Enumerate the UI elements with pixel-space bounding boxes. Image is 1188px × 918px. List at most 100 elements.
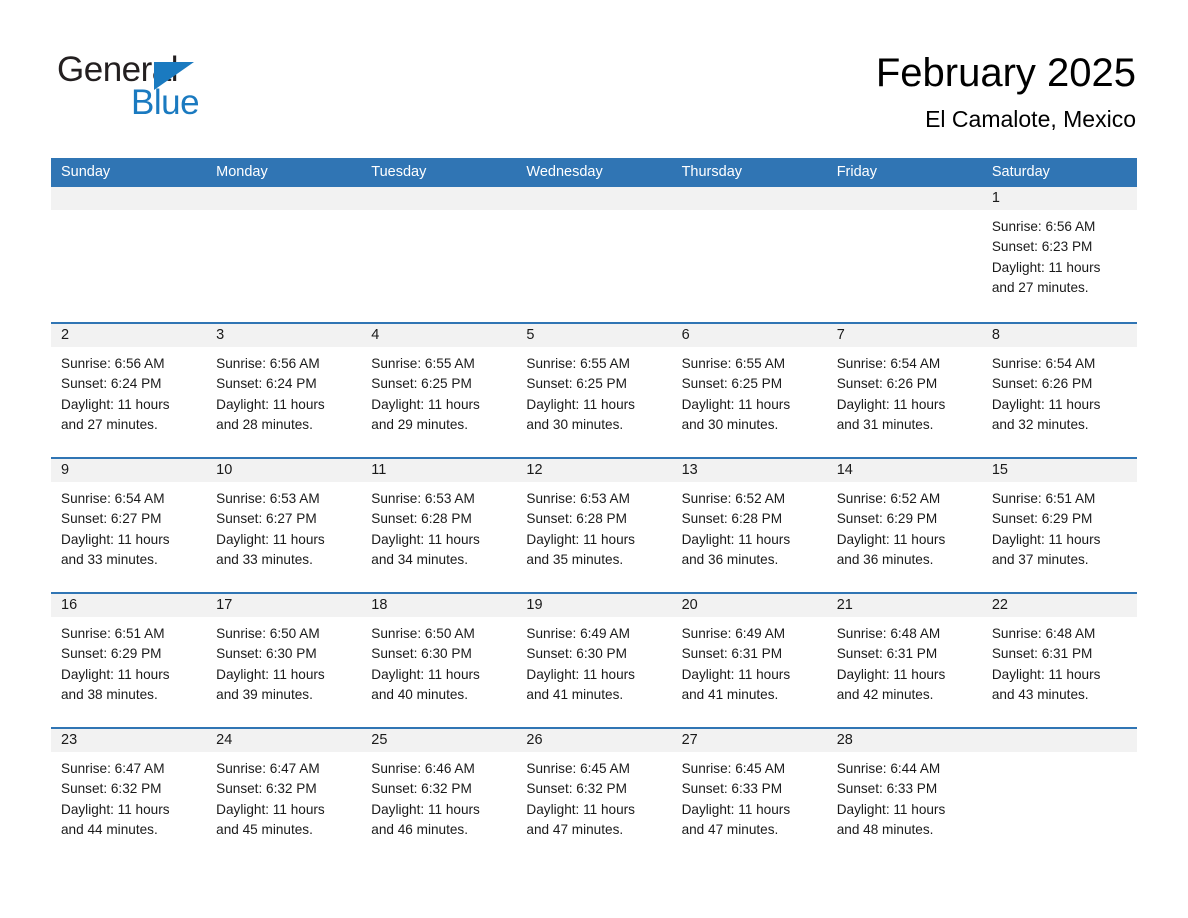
calendar-day-cell[interactable]: 15 Sunrise: 6:51 AM Sunset: 6:29 PM Dayligh… xyxy=(981,459,1137,592)
calendar-day-cell[interactable]: 24 Sunrise: 6:47 AM Sunset: 6:32 PM Dayligh… xyxy=(206,729,362,862)
daylight-duration-line2: and 47 minutes. xyxy=(681,821,779,837)
calendar-day-cell[interactable]: 19 Sunrise: 6:49 AM Sunset: 6:30 PM Dayligh… xyxy=(516,594,672,727)
day-details: Sunrise: 6:47 AM Sunset: 6:32 PM Daylight:… xyxy=(206,752,361,840)
daylight-duration-line1: Daylight: 11 hours xyxy=(371,666,480,682)
sunset-time: Sunset: 6:29 PM xyxy=(61,646,162,662)
calendar-day-cell[interactable]: 16 Sunrise: 6:51 AM Sunset: 6:29 PM Dayligh… xyxy=(51,594,207,727)
day-number-band: 25 xyxy=(361,729,517,752)
day-number: 5 xyxy=(526,327,535,343)
calendar-day-cell[interactable]: 5 Sunrise: 6:55 AM Sunset: 6:25 PM Daylight… xyxy=(516,324,672,457)
day-number-band xyxy=(206,187,362,210)
daylight-duration-line1: Daylight: 11 hours xyxy=(61,666,170,682)
calendar-day-cell[interactable]: 9 Sunrise: 6:54 AM Sunset: 6:27 PM Daylight… xyxy=(51,459,207,592)
sunset-time: Sunset: 6:29 PM xyxy=(836,511,938,527)
weekday-header-thursday: Thursday xyxy=(681,164,743,180)
sunrise-time: Sunrise: 6:48 AM xyxy=(991,626,1096,641)
calendar-day-cell[interactable]: 2 Sunrise: 6:56 AM Sunset: 6:24 PM Daylight… xyxy=(51,324,207,457)
calendar-day-cell[interactable]: 17 Sunrise: 6:50 AM Sunset: 6:30 PM Dayligh… xyxy=(206,594,362,727)
daylight-duration-line2: and 37 minutes. xyxy=(991,551,1089,567)
sunset-time: Sunset: 6:26 PM xyxy=(991,376,1093,392)
daylight-duration-line2: and 48 minutes. xyxy=(836,821,934,837)
calendar-day-cell[interactable]: 27 Sunrise: 6:45 AM Sunset: 6:33 PM Dayligh… xyxy=(671,729,827,862)
day-number: 9 xyxy=(61,462,70,478)
calendar-day-cell[interactable]: 14 Sunrise: 6:52 AM Sunset: 6:29 PM Dayligh… xyxy=(826,459,982,592)
daylight-duration-line2: and 36 minutes. xyxy=(681,551,779,567)
calendar-day-cell[interactable]: 25 Sunrise: 6:46 AM Sunset: 6:32 PM Dayligh… xyxy=(361,729,517,862)
day-details: Sunrise: 6:54 AM Sunset: 6:27 PM Daylight:… xyxy=(51,482,206,570)
day-number-band: 17 xyxy=(206,594,362,617)
daylight-duration-line1: Daylight: 11 hours xyxy=(681,531,791,547)
calendar-day-cell[interactable]: 13 Sunrise: 6:52 AM Sunset: 6:28 PM Dayligh… xyxy=(671,459,827,592)
sunrise-time: Sunrise: 6:52 AM xyxy=(681,491,786,506)
daylight-duration-line2: and 43 minutes. xyxy=(991,686,1089,702)
day-number: 16 xyxy=(61,597,78,613)
calendar-week-row: 2 Sunrise: 6:56 AM Sunset: 6:24 PM Daylight… xyxy=(51,322,1137,457)
sunset-time: Sunset: 6:24 PM xyxy=(216,376,317,392)
calendar-day-cell[interactable]: 22 Sunrise: 6:48 AM Sunset: 6:31 PM Dayligh… xyxy=(981,594,1137,727)
sunrise-time: Sunrise: 6:45 AM xyxy=(681,761,786,776)
calendar-day-cell-empty xyxy=(981,729,1137,862)
calendar-day-cell[interactable]: 8 Sunrise: 6:54 AM Sunset: 6:26 PM Daylight… xyxy=(981,324,1137,457)
daylight-duration-line2: and 28 minutes. xyxy=(216,416,313,432)
daylight-duration-line2: and 35 minutes. xyxy=(526,551,624,567)
daylight-duration-line1: Daylight: 11 hours xyxy=(371,801,480,817)
weekday-header-monday: Monday xyxy=(216,164,268,180)
calendar-day-cell[interactable]: 4 Sunrise: 6:55 AM Sunset: 6:25 PM Daylight… xyxy=(361,324,517,457)
calendar-day-cell[interactable]: 3 Sunrise: 6:56 AM Sunset: 6:24 PM Daylight… xyxy=(206,324,362,457)
day-details: Sunrise: 6:55 AM Sunset: 6:25 PM Daylight:… xyxy=(672,347,827,435)
calendar-day-cell[interactable]: 28 Sunrise: 6:44 AM Sunset: 6:33 PM Dayligh… xyxy=(826,729,982,862)
daylight-duration-line2: and 31 minutes. xyxy=(836,416,934,432)
sunrise-time: Sunrise: 6:54 AM xyxy=(991,356,1096,371)
weekday-header-sunday: Sunday xyxy=(61,164,111,180)
calendar-day-cell[interactable]: 18 Sunrise: 6:50 AM Sunset: 6:30 PM Dayligh… xyxy=(361,594,517,727)
calendar-day-cell[interactable]: 7 Sunrise: 6:54 AM Sunset: 6:26 PM Daylight… xyxy=(826,324,982,457)
sunset-time: Sunset: 6:33 PM xyxy=(836,781,938,797)
calendar-day-cell[interactable]: 20 Sunrise: 6:49 AM Sunset: 6:31 PM Dayligh… xyxy=(671,594,827,727)
page-header: General Blue February 2025 El Camalote, … xyxy=(0,0,1188,158)
day-details: Sunrise: 6:50 AM Sunset: 6:30 PM Daylight:… xyxy=(206,617,361,705)
sunset-time: Sunset: 6:25 PM xyxy=(526,376,627,392)
daylight-duration-line1: Daylight: 11 hours xyxy=(371,531,480,547)
day-number-band: 13 xyxy=(671,459,827,482)
day-number-band xyxy=(51,187,207,210)
sunset-time: Sunset: 6:23 PM xyxy=(991,239,1093,255)
day-number-band xyxy=(981,729,1137,752)
calendar-day-cell[interactable]: 1 Sunrise: 6:56 AM Sunset: 6:23 PM Daylight… xyxy=(981,187,1137,322)
calendar-day-cell[interactable]: 21 Sunrise: 6:48 AM Sunset: 6:31 PM Dayligh… xyxy=(826,594,982,727)
day-details: Sunrise: 6:53 AM Sunset: 6:28 PM Daylight:… xyxy=(516,482,671,570)
day-number-band: 10 xyxy=(206,459,362,482)
sunrise-time: Sunrise: 6:44 AM xyxy=(836,761,941,776)
generalblue-logo[interactable]: General Blue xyxy=(57,52,317,128)
weekday-header-saturday: Saturday xyxy=(991,164,1050,180)
day-number-band: 4 xyxy=(361,324,517,347)
day-details: Sunrise: 6:53 AM Sunset: 6:28 PM Daylight:… xyxy=(361,482,516,570)
day-number-band: 9 xyxy=(51,459,207,482)
page-title: February 2025 xyxy=(875,51,1136,95)
day-number: 22 xyxy=(991,597,1008,613)
sunset-time: Sunset: 6:29 PM xyxy=(991,511,1093,527)
sunrise-time: Sunrise: 6:53 AM xyxy=(371,491,475,506)
calendar-day-cell[interactable]: 23 Sunrise: 6:47 AM Sunset: 6:32 PM Dayligh… xyxy=(51,729,207,862)
day-number-band xyxy=(516,187,672,210)
calendar-week-row: 9 Sunrise: 6:54 AM Sunset: 6:27 PM Daylight… xyxy=(51,457,1137,592)
day-number-band: 7 xyxy=(826,324,982,347)
calendar-day-cell[interactable]: 12 Sunrise: 6:53 AM Sunset: 6:28 PM Dayligh… xyxy=(516,459,672,592)
day-details: Sunrise: 6:52 AM Sunset: 6:29 PM Daylight:… xyxy=(827,482,982,570)
calendar-day-cell[interactable]: 10 Sunrise: 6:53 AM Sunset: 6:27 PM Dayligh… xyxy=(206,459,362,592)
sunrise-time: Sunrise: 6:50 AM xyxy=(371,626,475,641)
calendar-day-cell[interactable]: 11 Sunrise: 6:53 AM Sunset: 6:28 PM Dayligh… xyxy=(361,459,517,592)
day-number: 7 xyxy=(836,327,845,343)
daylight-duration-line1: Daylight: 11 hours xyxy=(681,396,791,412)
day-number: 28 xyxy=(836,732,853,748)
daylight-duration-line1: Daylight: 11 hours xyxy=(216,396,325,412)
daylight-duration-line2: and 33 minutes. xyxy=(216,551,313,567)
day-number-band: 19 xyxy=(516,594,672,617)
daylight-duration-line2: and 45 minutes. xyxy=(216,821,313,837)
sunrise-time: Sunrise: 6:53 AM xyxy=(216,491,320,506)
calendar-day-cell-empty xyxy=(51,187,207,322)
sunrise-time: Sunrise: 6:55 AM xyxy=(371,356,475,371)
sunset-time: Sunset: 6:28 PM xyxy=(371,511,472,527)
day-details: Sunrise: 6:53 AM Sunset: 6:27 PM Daylight:… xyxy=(206,482,361,570)
calendar-day-cell[interactable]: 6 Sunrise: 6:55 AM Sunset: 6:25 PM Daylight… xyxy=(671,324,827,457)
calendar-day-cell[interactable]: 26 Sunrise: 6:45 AM Sunset: 6:32 PM Dayligh… xyxy=(516,729,672,862)
